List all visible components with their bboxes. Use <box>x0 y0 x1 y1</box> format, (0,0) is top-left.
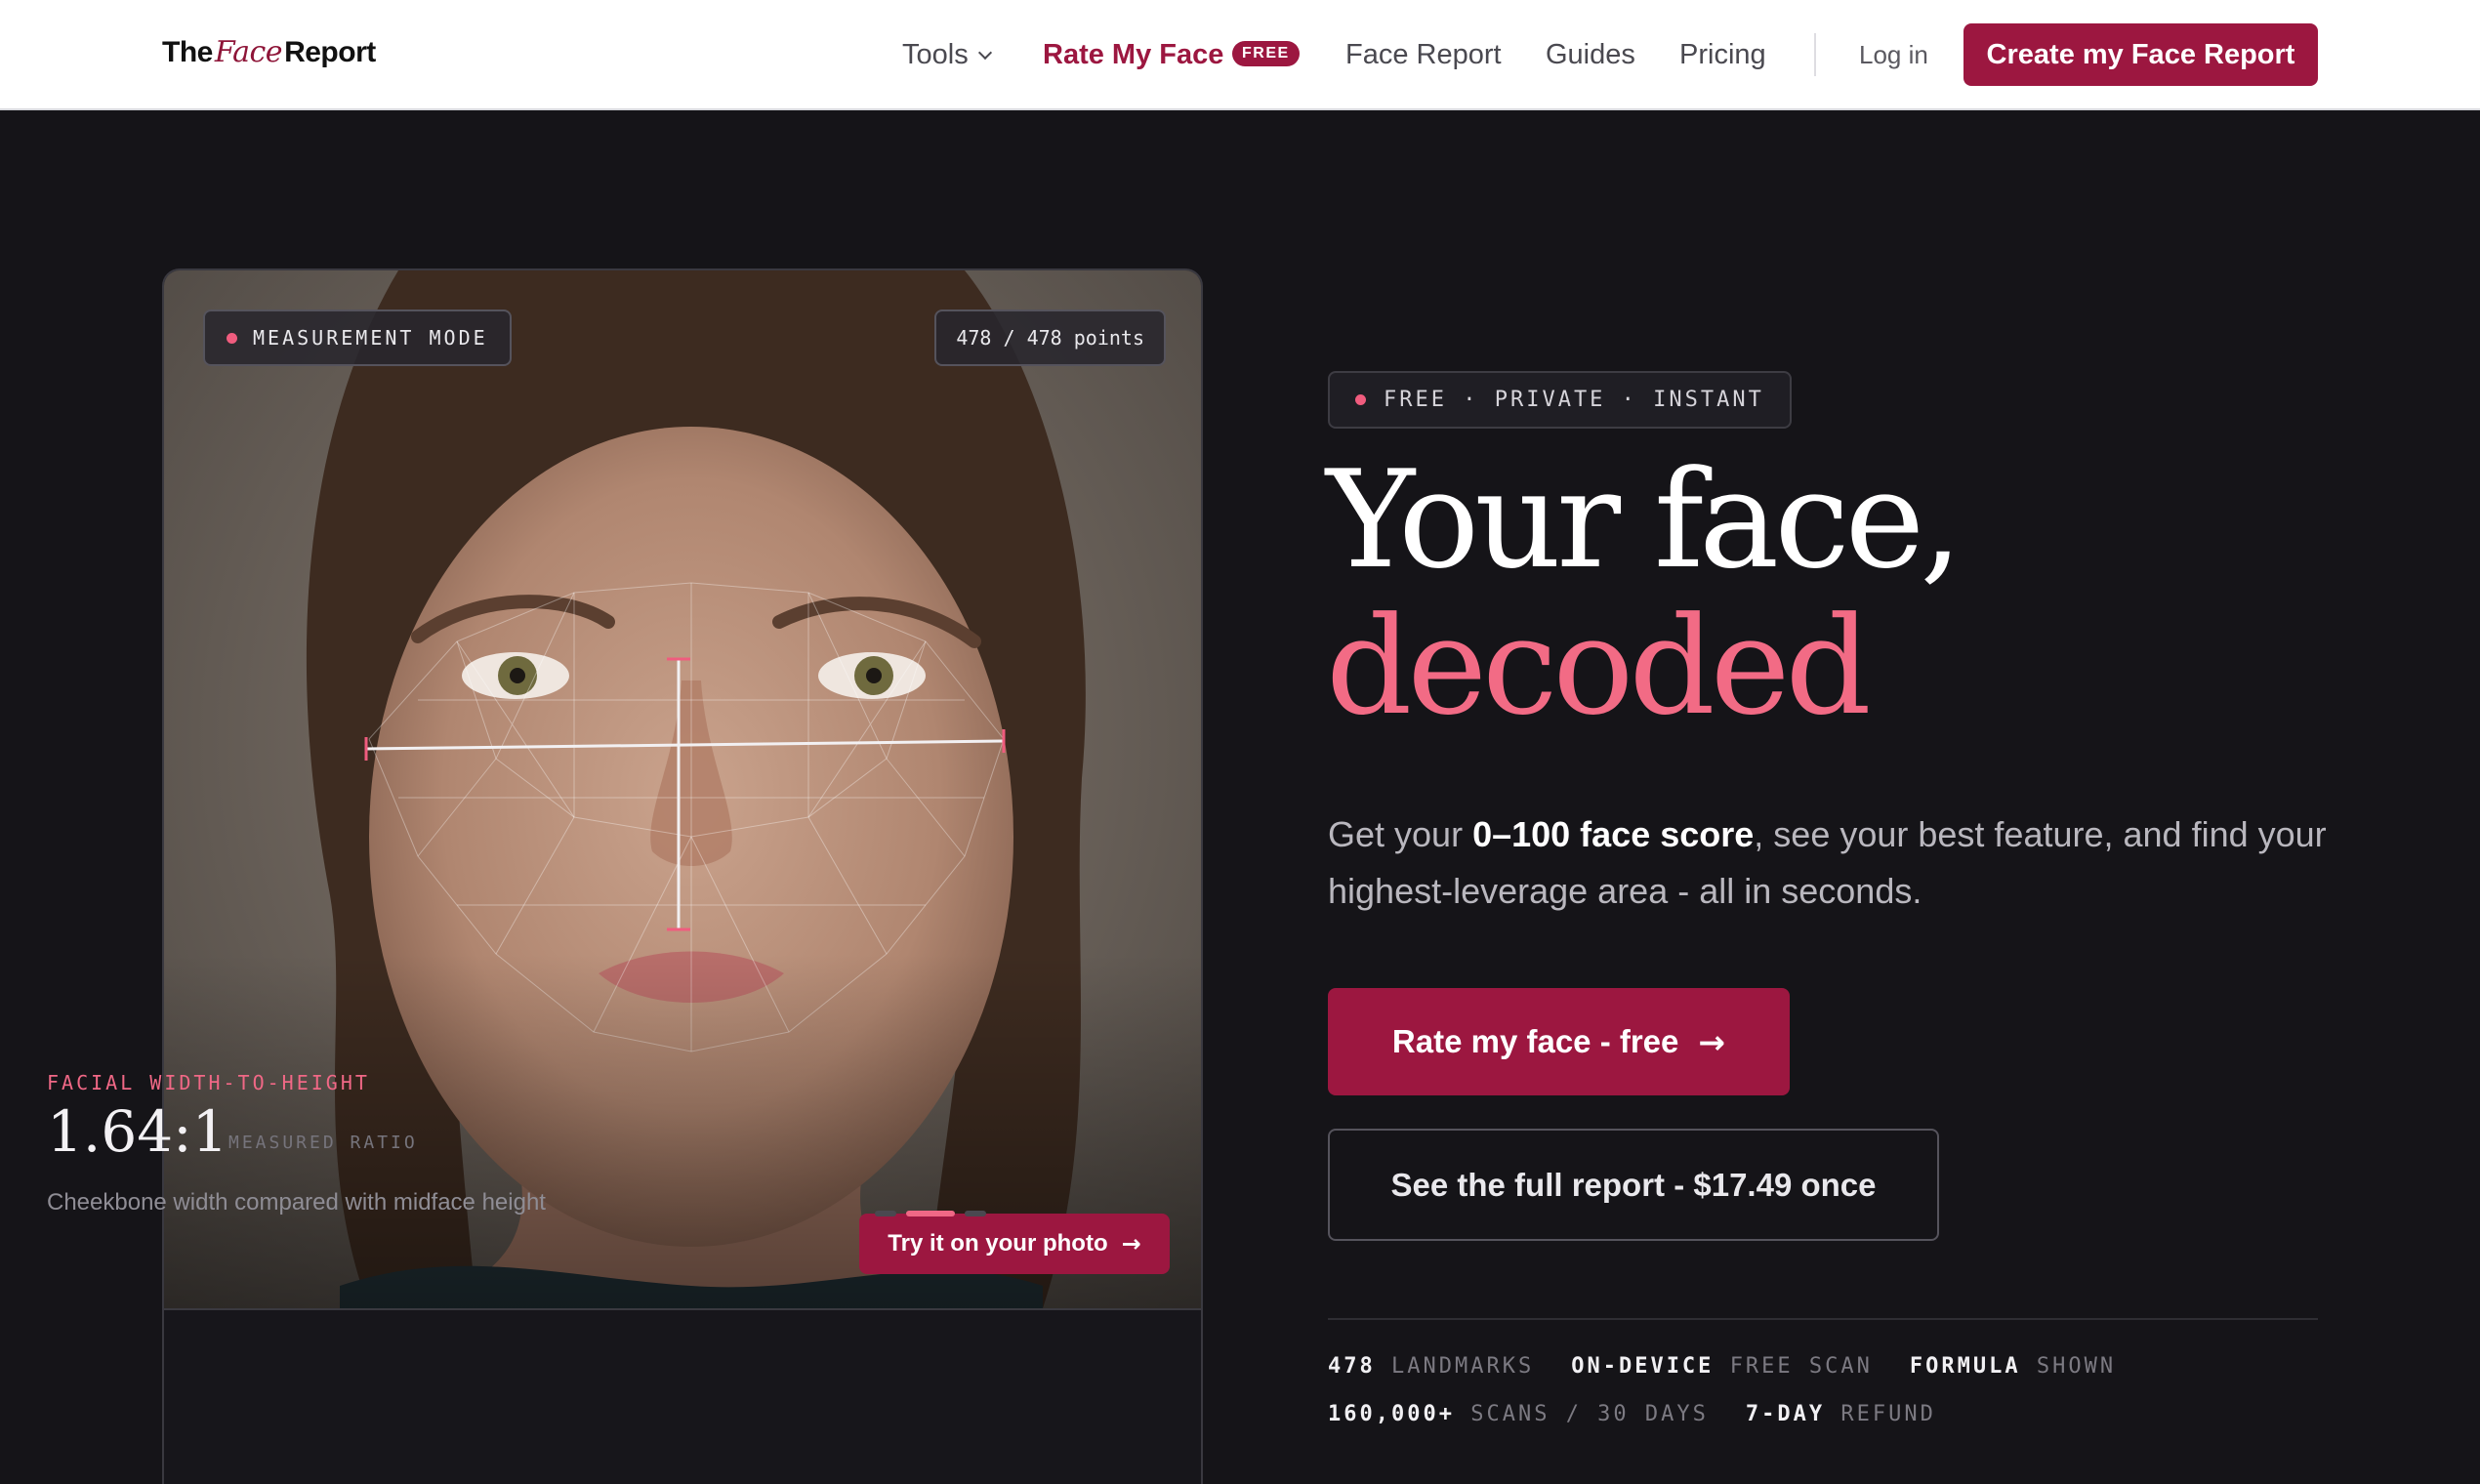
nav-face-report[interactable]: Face Report <box>1345 35 1502 74</box>
logo[interactable]: TheFaceReport <box>162 35 376 69</box>
carousel-dot[interactable] <box>965 1211 986 1216</box>
stat-bold: ON-DEVICE <box>1571 1354 1715 1379</box>
stat-muted: SCANS / 30 DAYS <box>1470 1402 1709 1426</box>
free-badge: FREE <box>1232 41 1300 66</box>
metric-unit: MEASURED RATIO <box>228 1133 418 1153</box>
stat-muted: SHOWN <box>2036 1354 2117 1379</box>
stats-divider <box>1328 1318 2318 1320</box>
carousel-dot-active[interactable] <box>906 1211 955 1216</box>
hero-title-accent: decoded <box>1326 588 1872 745</box>
hero-title: Your face, <box>1326 441 1963 598</box>
stats-row: 160,000+ SCANS / 30 DAYS 7-DAY REFUND <box>1328 1402 1936 1426</box>
metric-label: FACIAL WIDTH-TO-HEIGHT <box>47 1071 370 1094</box>
top-nav: TheFaceReport Tools Rate My Face FREE Fa… <box>0 0 2480 110</box>
measurement-mode-pill: MEASUREMENT MODE <box>203 309 512 366</box>
try-button-label: Try it on your photo <box>888 1230 1108 1257</box>
stat-muted: REFUND <box>1840 1402 1936 1426</box>
subtitle-pre: Get your <box>1328 814 1473 854</box>
stats-row: 478 LANDMARKS ON-DEVICE FREE SCAN FORMULA … <box>1328 1354 2116 1379</box>
nav-guides[interactable]: Guides <box>1546 35 1635 74</box>
nav-tools-label: Tools <box>902 39 969 70</box>
login-link[interactable]: Log in <box>1859 35 1928 74</box>
stat-bold: 478 <box>1328 1354 1376 1379</box>
stat-bold: 7-DAY <box>1745 1402 1826 1426</box>
status-dot-icon <box>227 332 237 344</box>
rate-button-label: Rate my face - free <box>1391 1023 1679 1059</box>
full-report-button[interactable]: See the full report - $17.49 once <box>1328 1129 1939 1241</box>
stat-bold: FORMULA <box>1909 1354 2021 1379</box>
carousel-dot[interactable] <box>875 1211 896 1216</box>
create-report-button[interactable]: Create my Face Report <box>1963 23 2318 86</box>
eyebrow-pill: FREE · PRIVATE · INSTANT <box>1328 371 1792 429</box>
carousel-dots <box>875 1211 986 1216</box>
rate-my-face-button[interactable]: Rate my face - free → <box>1328 988 1790 1095</box>
stat-muted: LANDMARKS <box>1391 1354 1535 1379</box>
arrow-right-icon: → <box>1698 1022 1726 1061</box>
subtitle-bold: 0–100 face score <box>1472 814 1755 854</box>
points-counter: 478 / 478 points <box>934 309 1166 366</box>
status-dot-icon <box>1355 394 1366 405</box>
logo-text-report: Report <box>284 36 376 68</box>
stat-muted: FREE SCAN <box>1729 1354 1873 1379</box>
nav-tools-dropdown[interactable]: Tools <box>902 35 992 74</box>
hero-subtitle: Get your 0–100 face score, see your best… <box>1328 806 2363 920</box>
eyebrow-label: FREE · PRIVATE · INSTANT <box>1384 388 1764 412</box>
metric-panel <box>164 1308 1201 1484</box>
arrow-right-icon: → <box>1121 1230 1141 1257</box>
logo-text-face: Face <box>214 35 283 69</box>
measurement-mode-label: MEASUREMENT MODE <box>253 326 488 350</box>
metric-value: 1.64:1 <box>47 1098 228 1165</box>
nav-divider <box>1814 33 1816 76</box>
stat-bold: 160,000+ <box>1328 1402 1455 1426</box>
nav-pricing[interactable]: Pricing <box>1679 35 1766 74</box>
nav-rate-my-face[interactable]: Rate My Face <box>1043 35 1223 74</box>
measurement-card: MEASUREMENT MODE 478 / 478 points Try it… <box>162 268 1203 1484</box>
chevron-down-icon <box>977 45 992 61</box>
try-on-photo-button[interactable]: Try it on your photo → <box>859 1214 1170 1274</box>
metric-description: Cheekbone width compared with midface he… <box>47 1189 546 1216</box>
logo-text-the: The <box>162 36 213 68</box>
